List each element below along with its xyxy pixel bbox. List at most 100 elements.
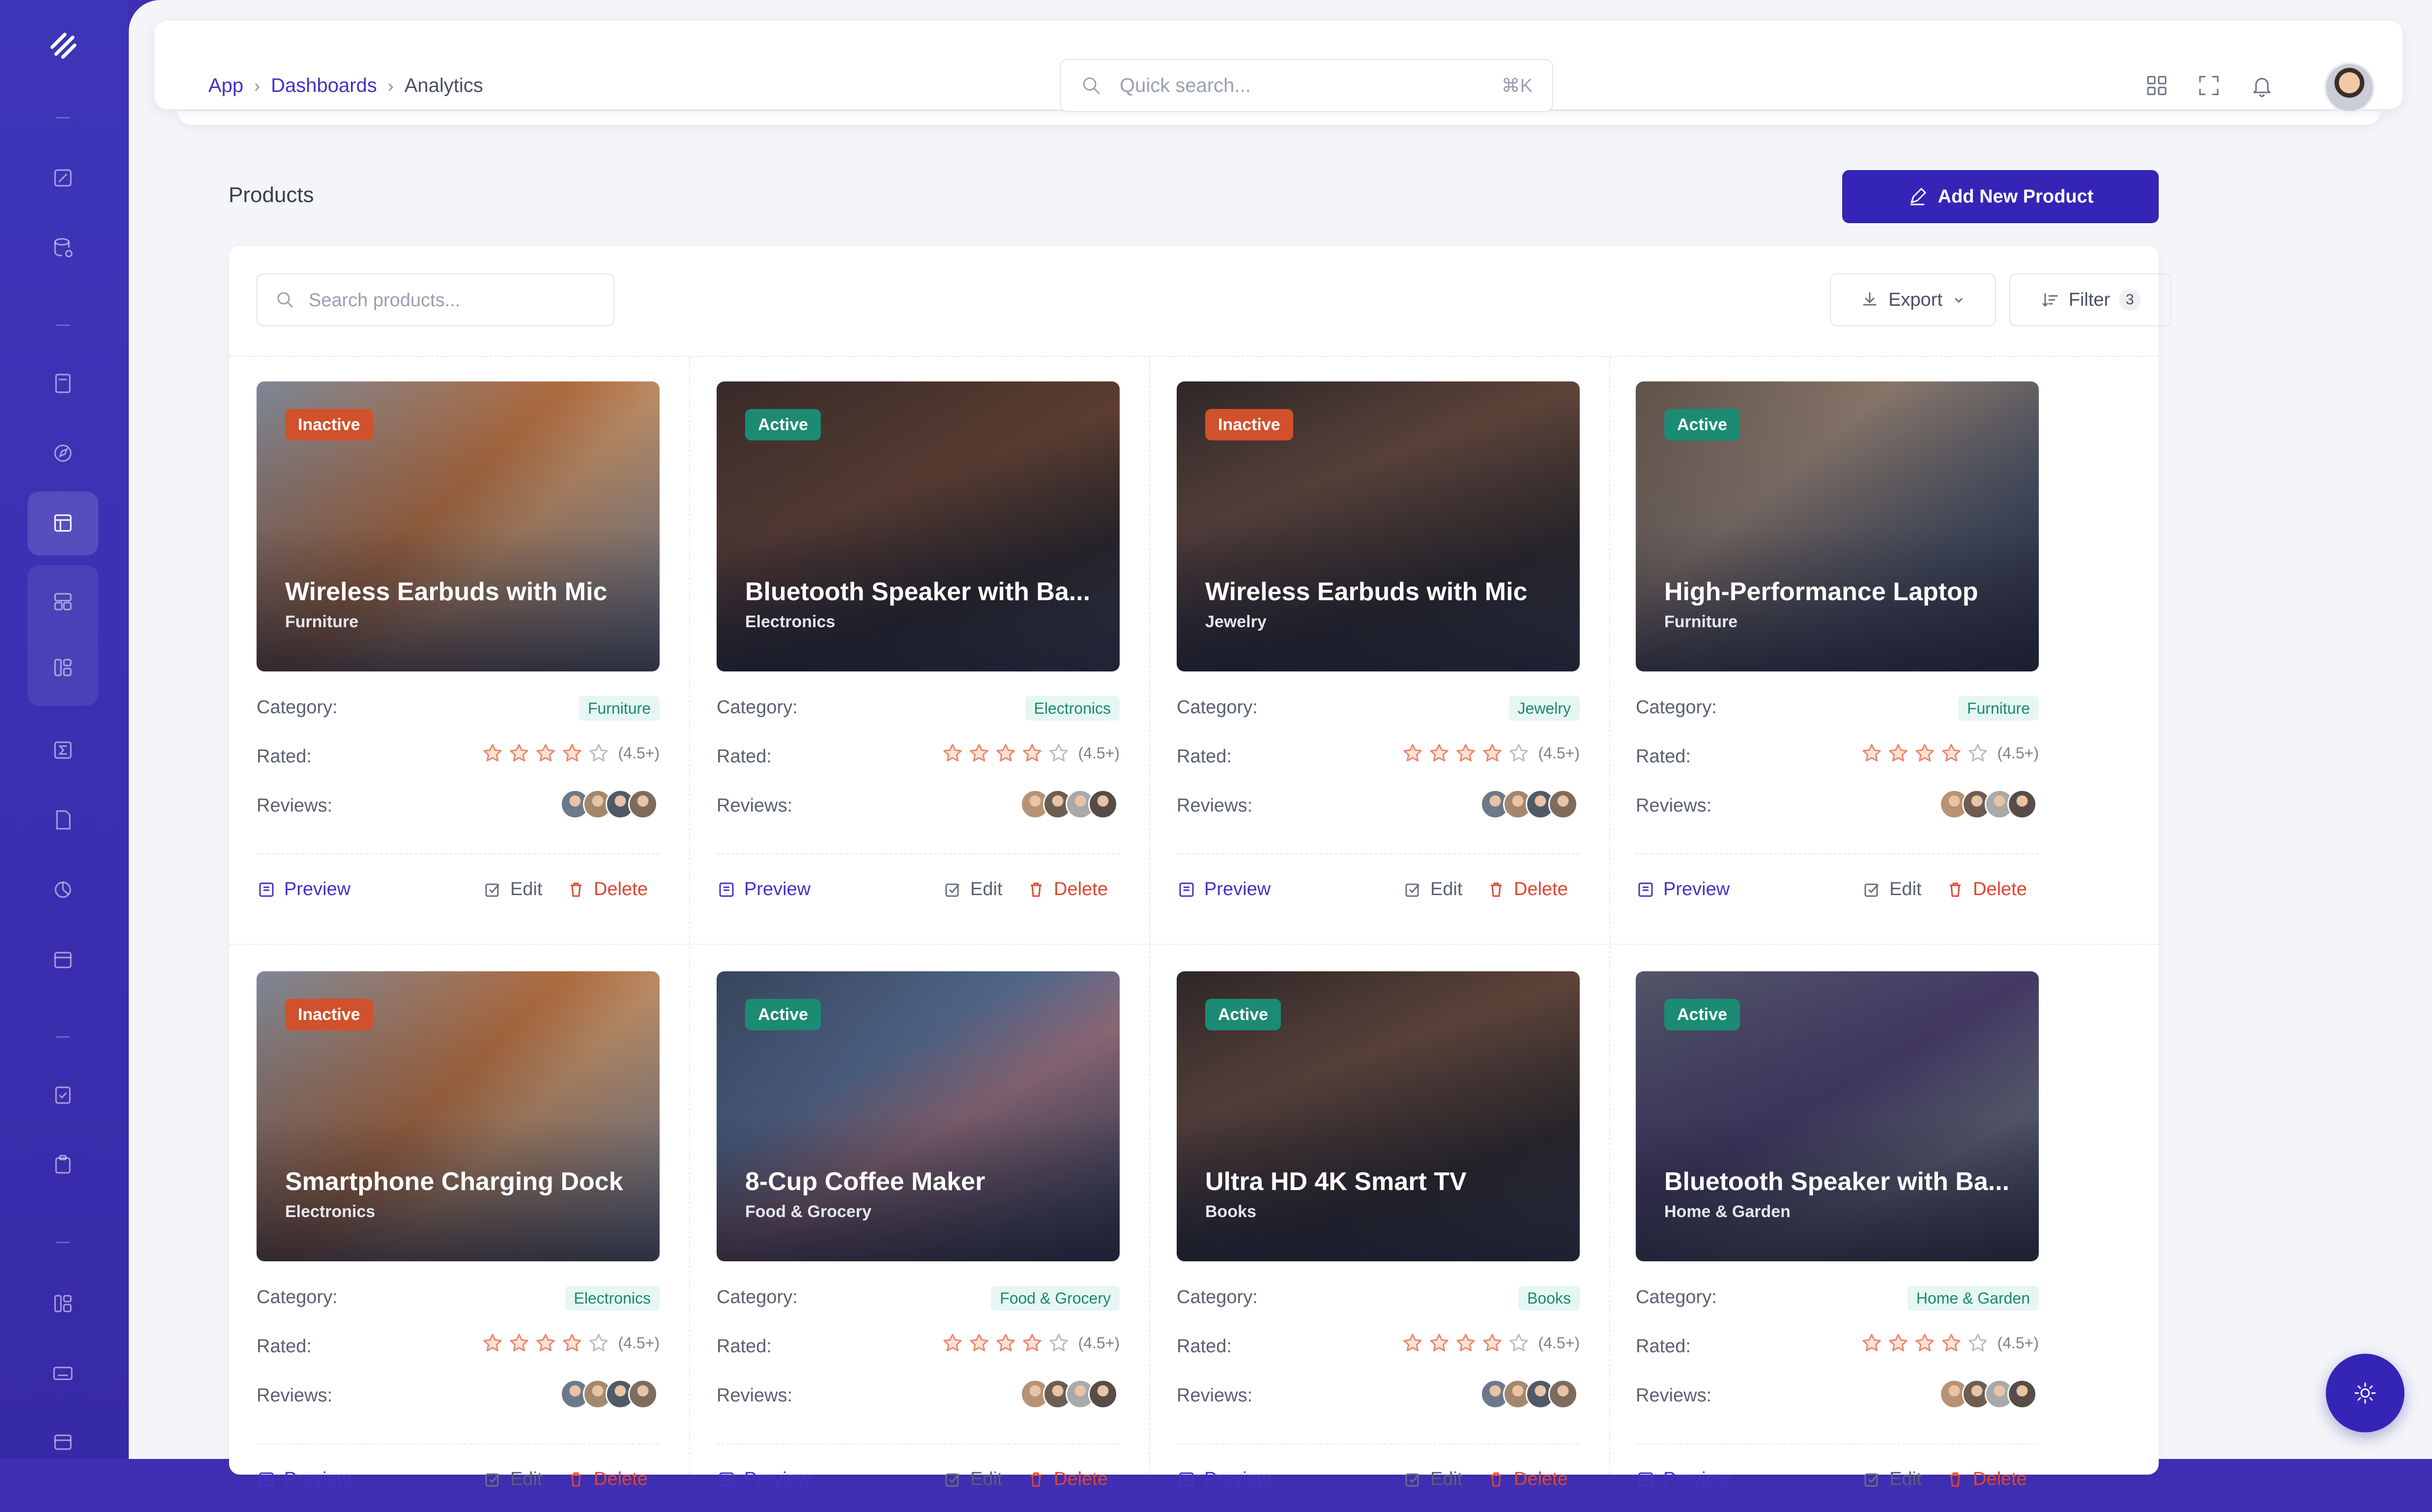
notification-bell-icon[interactable] [2248, 72, 2276, 99]
card-divider [257, 1443, 660, 1444]
preview-icon [1638, 882, 1653, 897]
sidebar-calendar-icon[interactable] [47, 944, 79, 975]
product-title[interactable]: Wireless Earbuds with Mic [285, 577, 639, 607]
sidebar-layout-icon[interactable] [47, 586, 79, 617]
preview-button[interactable]: Preview [717, 1469, 811, 1490]
product-title[interactable]: Wireless Earbuds with Mic [1205, 577, 1559, 607]
trash-icon [1031, 882, 1042, 897]
export-dropdown-button[interactable]: Export [1830, 273, 1996, 326]
preview-button[interactable]: Preview [257, 1469, 350, 1490]
product-image[interactable]: Active Bluetooth Speaker with Ba... Electr… [717, 381, 1120, 671]
delete-button[interactable]: Delete [1945, 879, 2027, 900]
product-image[interactable]: Active High-Performance Laptop Furniture [1636, 381, 2039, 671]
preview-label: Preview [1204, 879, 1271, 900]
card-divider [1636, 1443, 2039, 1444]
product-image[interactable]: Inactive Wireless Earbuds with Mic Furnitu… [257, 381, 660, 671]
grid-divider [689, 356, 690, 1475]
product-image[interactable]: Inactive Wireless Earbuds with Mic Jewelry [1177, 381, 1580, 671]
logo-icon[interactable] [45, 28, 81, 63]
preview-button[interactable]: Preview [717, 879, 811, 900]
edit-button[interactable]: Edit [1862, 1469, 1921, 1490]
edit-button[interactable]: Edit [943, 1469, 1002, 1490]
card-divider [1177, 1443, 1580, 1444]
sidebar-chart-icon[interactable] [47, 874, 79, 905]
sidebar-database-icon[interactable] [47, 232, 79, 263]
fullscreen-icon[interactable] [2195, 72, 2223, 99]
product-subtitle-category: Books [1205, 1202, 1256, 1221]
product-search-input[interactable]: Search products... [257, 273, 614, 326]
preview-button[interactable]: Preview [257, 879, 350, 900]
sidebar-compass-icon[interactable] [47, 437, 79, 469]
status-badge: Inactive [285, 409, 373, 440]
sidebar-keyboard-icon[interactable] [47, 1358, 79, 1389]
delete-button[interactable]: Delete [1486, 1469, 1568, 1490]
product-image[interactable]: Active 8-Cup Coffee Maker Food & Grocery [717, 971, 1120, 1261]
edit-button[interactable]: Edit [483, 1469, 542, 1490]
add-new-product-button[interactable]: Add New Product [1842, 170, 2159, 223]
edit-button[interactable]: Edit [1403, 879, 1462, 900]
product-image[interactable]: Active Ultra HD 4K Smart TV Books [1177, 971, 1580, 1261]
reviewer-avatar [1088, 1379, 1118, 1409]
settings-fab[interactable] [2326, 1354, 2404, 1432]
delete-button[interactable]: Delete [566, 1469, 648, 1490]
sidebar-separator [56, 117, 70, 118]
breadcrumb-app[interactable]: App [208, 75, 243, 97]
delete-button[interactable]: Delete [566, 879, 648, 900]
delete-button[interactable]: Delete [1945, 1469, 2027, 1490]
preview-label: Preview [1204, 1469, 1271, 1489]
sidebar-widgets-icon[interactable] [47, 1288, 79, 1319]
edit-button[interactable]: Edit [1862, 879, 1921, 900]
apps-grid-icon[interactable] [2143, 72, 2171, 99]
filter-button[interactable]: Filter 3 [2009, 273, 2171, 326]
product-title[interactable]: 8-Cup Coffee Maker [745, 1167, 1099, 1196]
sidebar-book-icon[interactable] [47, 368, 79, 399]
product-title[interactable]: Bluetooth Speaker with Ba... [1664, 1167, 2018, 1196]
sidebar-box-icon[interactable] [47, 1425, 79, 1457]
sidebar-file-icon[interactable] [47, 804, 79, 836]
edit-icon [1864, 883, 1879, 897]
edit-icon [1405, 1473, 1420, 1486]
preview-button[interactable]: Preview [1177, 879, 1271, 900]
product-title[interactable]: Smartphone Charging Dock [285, 1167, 639, 1196]
sidebar-clipboard-icon[interactable] [47, 1149, 79, 1181]
delete-button[interactable]: Delete [1026, 1469, 1108, 1490]
star-icon [562, 1334, 581, 1352]
edit-label: Edit [1889, 879, 1922, 900]
sidebar-grid-icon[interactable] [47, 652, 79, 683]
product-title[interactable]: Ultra HD 4K Smart TV [1205, 1167, 1559, 1196]
preview-label: Preview [744, 879, 811, 900]
delete-button[interactable]: Delete [1026, 879, 1108, 900]
preview-button[interactable]: Preview [1636, 1469, 1730, 1490]
delete-label: Delete [594, 1469, 648, 1489]
star-icon [589, 744, 608, 762]
edit-button[interactable]: Edit [1403, 1469, 1462, 1490]
reviewer-avatars [1940, 1379, 2037, 1409]
star-icon [483, 744, 502, 762]
preview-button[interactable]: Preview [1636, 879, 1730, 900]
product-image[interactable]: Inactive Smartphone Charging Dock Electron… [257, 971, 660, 1261]
preview-button[interactable]: Preview [1177, 1469, 1271, 1490]
quick-search-input[interactable]: Quick search... ⌘K [1060, 59, 1553, 112]
breadcrumb-dashboards[interactable]: Dashboards [271, 75, 377, 97]
product-title[interactable]: High-Performance Laptop [1664, 577, 2018, 607]
sidebar-sigma-icon[interactable] [47, 734, 79, 766]
preview-icon [259, 1472, 274, 1486]
user-avatar[interactable] [2324, 62, 2375, 113]
category-label: Category: [717, 697, 798, 718]
edit-button[interactable]: Edit [943, 879, 1002, 900]
product-title[interactable]: Bluetooth Speaker with Ba... [745, 577, 1099, 607]
rating-note: (4.5+) [1997, 744, 2039, 762]
rating-note: (4.5+) [1078, 744, 1120, 762]
star-icon [1482, 1334, 1502, 1352]
sidebar-task-icon[interactable] [47, 1079, 79, 1111]
sidebar-table-icon[interactable] [47, 507, 79, 539]
edit-icon [945, 883, 960, 897]
sidebar-dashboard-icon[interactable] [47, 162, 79, 194]
product-card: Active High-Performance Laptop Furniture Ca… [1636, 381, 2041, 922]
rated-label: Rated: [1636, 746, 1691, 767]
edit-button[interactable]: Edit [483, 879, 542, 900]
delete-button[interactable]: Delete [1486, 879, 1568, 900]
delete-label: Delete [594, 879, 648, 900]
product-image[interactable]: Active Bluetooth Speaker with Ba... Home &… [1636, 971, 2039, 1261]
card-actions: Preview Edit Delete [1636, 879, 2039, 908]
